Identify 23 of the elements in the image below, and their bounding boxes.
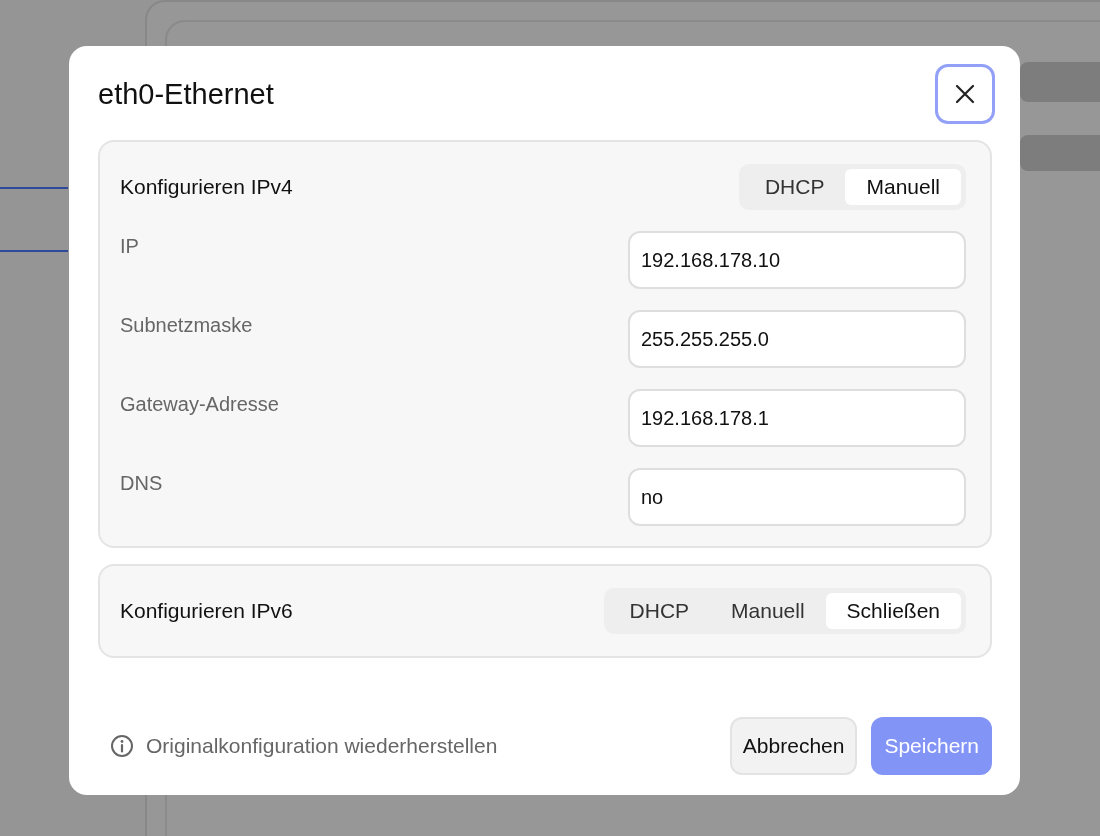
dialog-title: eth0-Ethernet [98,77,274,111]
divider-line [0,250,68,252]
section-label: Konfigurieren IPv6 [120,599,293,623]
mode-tab[interactable]: DHCP [743,169,846,205]
cancel-button[interactable]: Abbrechen [729,717,858,775]
mode-tab[interactable]: Schließen [825,593,961,629]
field-label: Subnetzmaske [120,313,253,337]
field-label: Gateway-Adresse [120,392,279,416]
mode-tab[interactable]: Manuell [845,169,961,205]
info-icon [110,734,134,758]
input-field[interactable]: no [628,468,966,526]
divider-line [0,187,68,189]
section-label: Konfigurieren IPv4 [120,175,293,199]
close-icon [955,84,975,104]
input-field[interactable]: 192.168.178.1 [628,389,966,447]
restore-link[interactable]: Originalkonfiguration wiederherstellen [146,734,498,758]
field-label: IP [120,234,139,258]
mode-tab[interactable]: DHCP [608,593,711,629]
input-field[interactable]: 255.255.255.0 [628,310,966,368]
field-label: DNS [120,471,163,495]
close-button[interactable] [935,64,995,124]
mode-tab[interactable]: Manuell [710,593,826,629]
input-field[interactable]: 192.168.178.10 [628,231,966,289]
